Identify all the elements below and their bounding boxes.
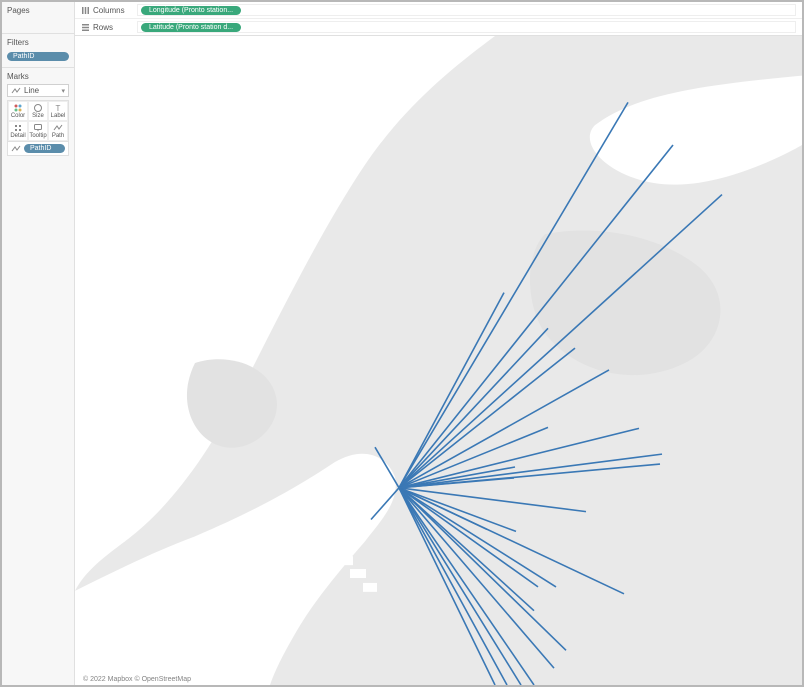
marks-card-footer: PathID: [7, 142, 69, 156]
shelves: Columns Longitude (Pronto station... Row…: [75, 2, 802, 36]
filter-pill-pathid[interactable]: PathID: [7, 52, 69, 61]
map-attribution: © 2022 Mapbox © OpenStreetMap: [81, 676, 193, 683]
marks-type-label: Line: [24, 86, 39, 95]
main-area: Columns Longitude (Pronto station... Row…: [75, 2, 802, 685]
pages-panel: Pages: [2, 2, 74, 34]
marks-path-button[interactable]: Path: [48, 121, 68, 141]
path-icon: [53, 123, 63, 133]
marks-panel-title: Marks: [7, 72, 69, 84]
path-icon: [11, 145, 21, 153]
marks-color-button[interactable]: Color: [8, 101, 28, 121]
detail-icon: [13, 123, 23, 133]
marks-type-dropdown[interactable]: Line ▾: [7, 84, 69, 97]
marks-pill-pathid[interactable]: PathID: [24, 144, 65, 153]
marks-label-button[interactable]: T Label: [48, 101, 68, 121]
map-svg: [75, 36, 802, 685]
rows-shelf-slot[interactable]: Latitude (Pronto station d...: [137, 21, 796, 33]
line-icon: [11, 87, 21, 95]
chevron-down-icon: ▾: [61, 87, 65, 95]
filters-panel-title: Filters: [7, 38, 69, 50]
columns-icon: [81, 6, 90, 15]
rows-pill-latitude[interactable]: Latitude (Pronto station d...: [141, 23, 241, 32]
color-icon: [13, 103, 23, 113]
columns-shelf-slot[interactable]: Longitude (Pronto station...: [137, 4, 796, 16]
size-icon: [33, 103, 43, 113]
svg-text:T: T: [56, 104, 61, 113]
columns-shelf-label: Columns: [81, 6, 131, 15]
marks-card-grid: Color Size T Label: [7, 100, 69, 142]
rows-icon: [81, 23, 90, 32]
tooltip-icon: [33, 123, 43, 133]
columns-pill-longitude[interactable]: Longitude (Pronto station...: [141, 6, 241, 15]
rows-shelf-label: Rows: [81, 23, 131, 32]
marks-detail-button[interactable]: Detail: [8, 121, 28, 141]
marks-size-button[interactable]: Size: [28, 101, 48, 121]
tableau-worksheet: Pages Filters PathID Marks Line ▾: [0, 0, 804, 687]
side-panels: Pages Filters PathID Marks Line ▾: [2, 2, 75, 685]
pages-panel-title: Pages: [7, 6, 69, 18]
filters-panel: Filters PathID: [2, 34, 74, 68]
columns-shelf[interactable]: Columns Longitude (Pronto station...: [75, 2, 802, 19]
viz-canvas[interactable]: © 2022 Mapbox © OpenStreetMap: [75, 36, 802, 685]
marks-panel: Marks Line ▾ Color: [2, 68, 74, 162]
label-icon: T: [53, 103, 63, 113]
rows-shelf[interactable]: Rows Latitude (Pronto station d...: [75, 19, 802, 35]
marks-tooltip-button[interactable]: Tooltip: [28, 121, 48, 141]
